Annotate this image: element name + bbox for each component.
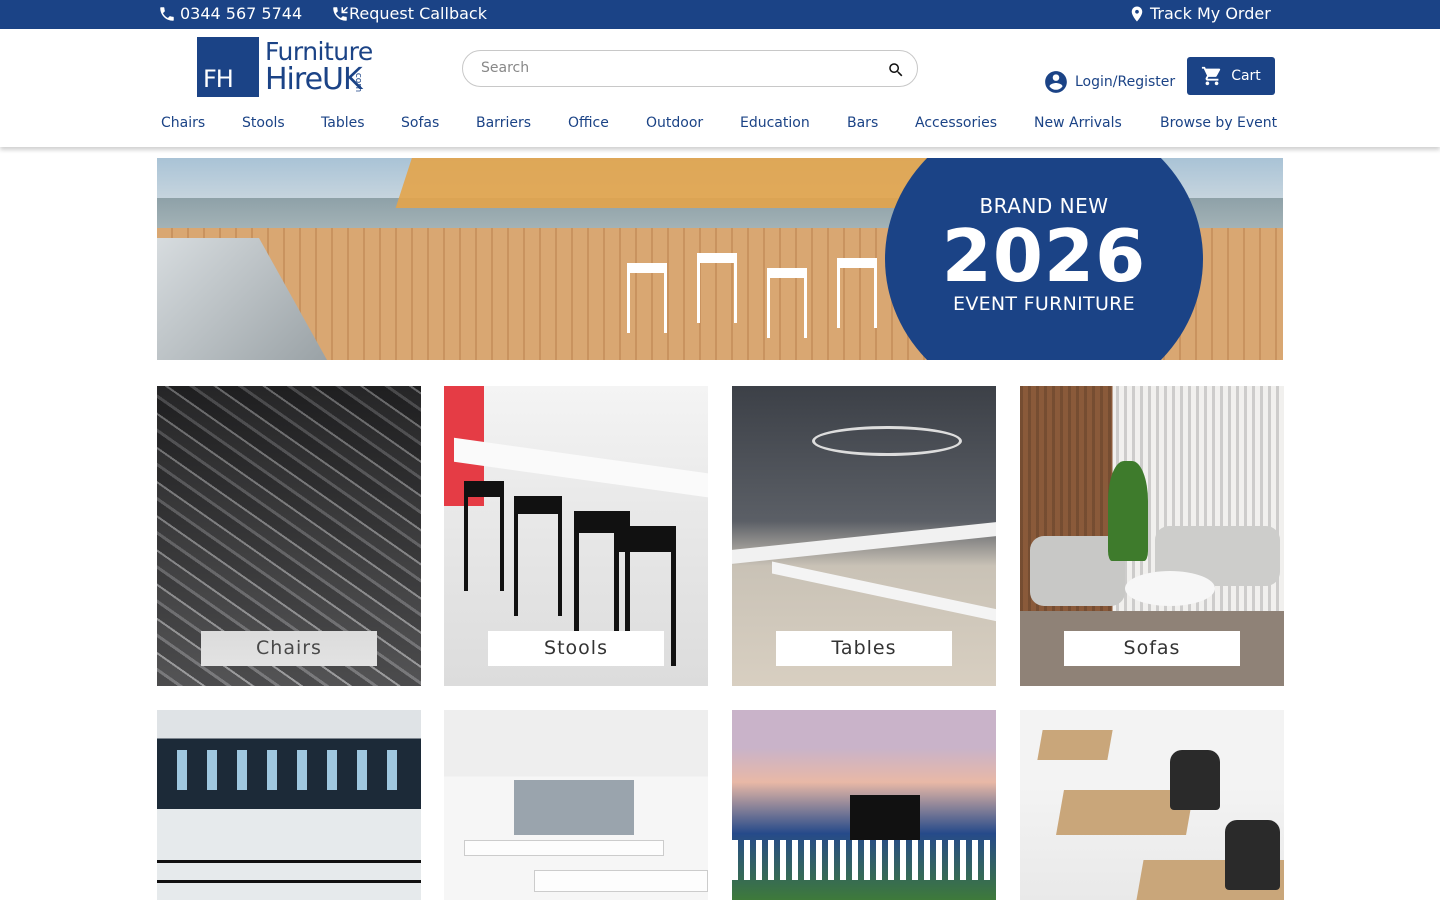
shopping-cart-icon xyxy=(1202,66,1221,86)
top-bar: 0344 567 5744 Request Callback Track My … xyxy=(0,0,1440,29)
tables-photo-chandelier xyxy=(812,426,962,456)
phone-link[interactable]: 0344 567 5744 xyxy=(158,5,302,23)
nav-item-chairs[interactable]: Chairs xyxy=(161,115,205,131)
category-tile-chairs[interactable]: Chairs xyxy=(157,386,421,686)
phone-icon xyxy=(160,7,174,21)
office-photo-desk xyxy=(464,840,664,856)
category-tile-label: Stools xyxy=(488,631,664,666)
request-callback-label: Request Callback xyxy=(349,4,487,23)
category-tile-office[interactable] xyxy=(444,710,708,900)
category-tile-label: Tables xyxy=(776,631,952,666)
education-photo-desk xyxy=(1037,730,1113,760)
sofas-photo-coffee-table xyxy=(1125,571,1215,606)
hero-photo-canopy xyxy=(395,158,939,208)
category-tile-stools[interactable]: Stools xyxy=(444,386,708,686)
education-photo-chair xyxy=(1225,820,1280,890)
nav-item-outdoor[interactable]: Outdoor xyxy=(646,115,703,131)
logo-word-hireuk: HireUK xyxy=(265,62,363,97)
nav-item-accessories[interactable]: Accessories xyxy=(915,115,997,131)
tables-photo-table xyxy=(772,561,996,623)
category-tile-barriers[interactable] xyxy=(157,710,421,900)
nav-item-education[interactable]: Education xyxy=(740,115,810,131)
nav-item-tables[interactable]: Tables xyxy=(321,115,365,131)
nav-item-barriers[interactable]: Barriers xyxy=(476,115,531,131)
hero-photo-stool xyxy=(627,263,667,333)
barriers-photo-screens xyxy=(177,750,407,790)
track-order-link[interactable]: Track My Order xyxy=(1128,5,1271,23)
login-register-label: Login/Register xyxy=(1075,74,1176,90)
outdoor-photo-screen xyxy=(850,795,920,840)
category-tile-outdoor[interactable] xyxy=(732,710,996,900)
nav-item-new-arrivals[interactable]: New Arrivals xyxy=(1034,115,1122,131)
logo-word-com: .com xyxy=(353,70,363,93)
category-tile-label: Sofas xyxy=(1064,631,1240,666)
cart-label: Cart xyxy=(1231,68,1261,84)
phone-callback-icon xyxy=(333,6,349,21)
hero-photo-stool xyxy=(837,258,877,328)
hero-line-year: 2026 xyxy=(941,214,1147,298)
category-tile-tables[interactable]: Tables xyxy=(732,386,996,686)
logo-mark-text: FH xyxy=(203,65,234,93)
track-order-label: Track My Order xyxy=(1150,4,1271,23)
site-logo[interactable]: FH Furniture HireUK .com xyxy=(197,37,379,97)
barriers-photo-belt xyxy=(157,880,421,883)
request-callback-link[interactable]: Request Callback xyxy=(331,5,487,23)
office-photo-window xyxy=(514,780,634,835)
main-nav: Chairs Stools Tables Sofas Barriers Offi… xyxy=(0,115,1440,139)
office-photo-desk xyxy=(534,870,708,892)
sofas-photo-plant xyxy=(1108,461,1148,561)
hero-photo-stool xyxy=(697,253,737,323)
nav-item-office[interactable]: Office xyxy=(568,115,609,131)
hero-photo-stool xyxy=(767,268,807,338)
location-pin-icon xyxy=(1131,6,1143,22)
outdoor-photo-chairs xyxy=(732,840,996,880)
search-icon[interactable] xyxy=(887,61,905,79)
logo-mark: FH xyxy=(197,37,259,97)
stools-photo-stool xyxy=(464,481,504,591)
hero-banner[interactable]: BRAND NEW 2026 EVENT FURNITURE xyxy=(157,158,1283,360)
phone-number: 0344 567 5744 xyxy=(180,4,303,23)
nav-item-bars[interactable]: Bars xyxy=(847,115,878,131)
stools-photo-stool xyxy=(514,496,562,616)
education-photo-chair xyxy=(1170,750,1220,810)
category-tile-education[interactable] xyxy=(1020,710,1284,900)
hero-line-event-furniture: EVENT FURNITURE xyxy=(953,293,1135,315)
barriers-photo-belt xyxy=(157,860,421,863)
tables-photo-table xyxy=(732,522,996,564)
category-tile-label: Chairs xyxy=(201,631,377,666)
search-input[interactable] xyxy=(481,60,861,76)
search-box xyxy=(462,50,918,87)
nav-item-sofas[interactable]: Sofas xyxy=(401,115,439,131)
cart-button[interactable]: Cart xyxy=(1187,57,1275,95)
nav-item-browse-by-event[interactable]: Browse by Event xyxy=(1160,115,1277,131)
account-circle-icon xyxy=(1045,71,1067,93)
site-header: FH Furniture HireUK .com Login/Register … xyxy=(0,29,1440,147)
category-tile-sofas[interactable]: Sofas xyxy=(1020,386,1284,686)
nav-item-stools[interactable]: Stools xyxy=(242,115,285,131)
login-register-link[interactable]: Login/Register xyxy=(1043,69,1175,95)
